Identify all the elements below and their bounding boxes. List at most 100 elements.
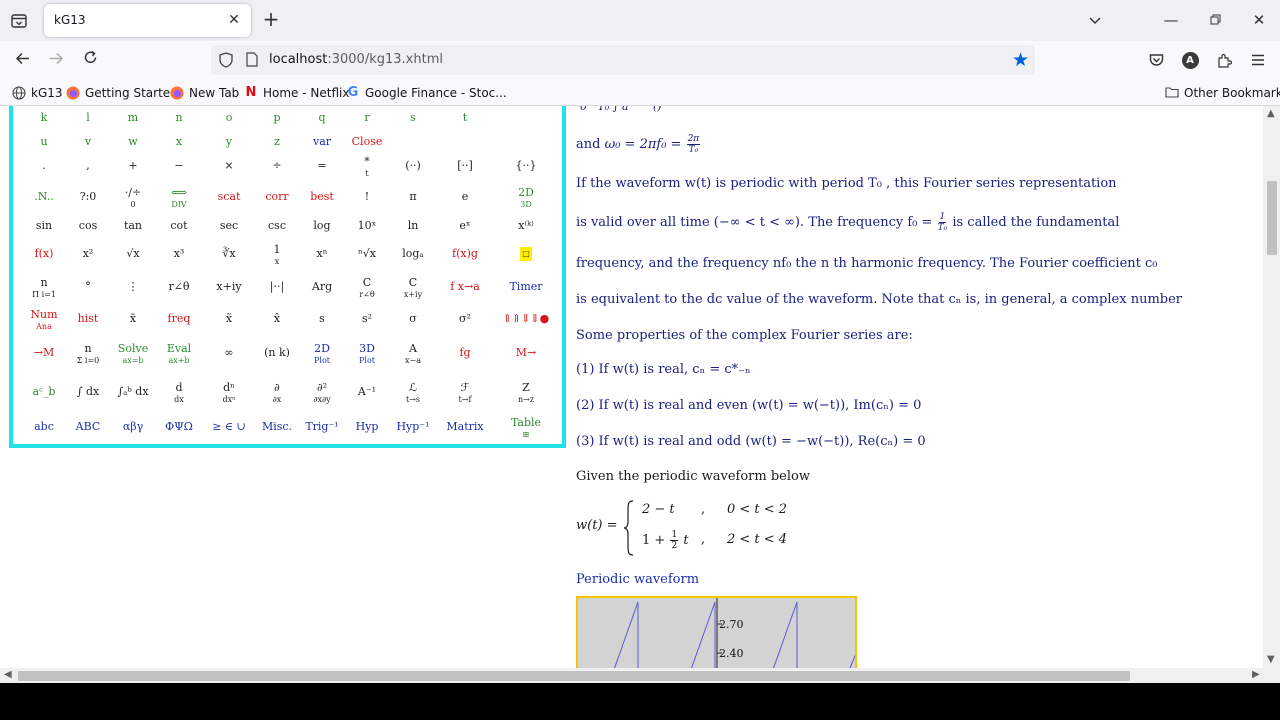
palette-key[interactable]: π	[390, 183, 436, 211]
palette-key[interactable]: ∂² ∂x∂y	[299, 378, 345, 406]
palette-key[interactable]: Misc.	[254, 413, 300, 441]
palette-key[interactable]: ℱt→f	[442, 378, 488, 406]
palette-key[interactable]: f(x)	[21, 240, 67, 268]
palette-key[interactable]: ∛x	[206, 240, 252, 268]
palette-key[interactable]: x̄	[110, 305, 156, 333]
palette-key[interactable]: * t	[344, 152, 390, 180]
palette-key[interactable]: ∞	[206, 339, 252, 367]
forward-arrow-icon[interactable]	[45, 49, 67, 71]
palette-key[interactable]: ,	[65, 152, 111, 180]
palette-key[interactable]: □	[503, 240, 549, 268]
palette-key[interactable]: ln	[390, 212, 436, 240]
palette-key[interactable]: °	[65, 273, 111, 301]
palette-key[interactable]: x⁽ᵏ⁾	[503, 212, 549, 240]
palette-key[interactable]: s	[390, 106, 436, 132]
scroll-down-icon[interactable]: ▼	[1267, 654, 1275, 665]
palette-key[interactable]: r∠θ	[156, 273, 202, 301]
palette-key[interactable]: ABC	[65, 413, 111, 441]
bookmark-kg13[interactable]: kG13	[12, 84, 63, 102]
palette-key[interactable]: s	[299, 305, 345, 333]
palette-key[interactable]: logₐ	[390, 240, 436, 268]
palette-key[interactable]: d dx	[156, 378, 202, 406]
palette-key[interactable]: 2D 3D	[503, 183, 549, 211]
palette-key[interactable]: cos	[65, 212, 111, 240]
new-tab-icon[interactable]: +	[260, 9, 282, 31]
url-text[interactable]: localhost:3000/kg13.xhtml	[269, 52, 443, 67]
palette-key[interactable]: e	[442, 183, 488, 211]
bookmark-star-icon[interactable]: ★	[1012, 49, 1029, 71]
palette-key[interactable]: {··}	[503, 152, 549, 180]
palette-key[interactable]: Timer	[503, 273, 549, 301]
palette-key[interactable]: ⇑⇑⇓⇓●	[503, 305, 549, 333]
palette-key[interactable]: =	[299, 152, 345, 180]
palette-key[interactable]: Ax−a	[390, 339, 436, 367]
scroll-right-icon[interactable]: ▶	[1252, 669, 1260, 680]
back-arrow-icon[interactable]	[11, 49, 33, 71]
palette-key[interactable]: fg	[442, 339, 488, 367]
scroll-left-icon[interactable]: ◀	[4, 669, 12, 680]
scroll-up-icon[interactable]: ▲	[1267, 108, 1275, 119]
palette-key[interactable]: hist	[65, 305, 111, 333]
palette-key[interactable]: eˣ	[442, 212, 488, 240]
palette-key[interactable]: log	[299, 212, 345, 240]
palette-key[interactable]: σ	[390, 305, 436, 333]
shield-icon[interactable]	[219, 52, 235, 68]
palette-key[interactable]: aᶜ_b	[21, 378, 67, 406]
palette-key[interactable]: (n k)	[254, 339, 300, 367]
palette-key[interactable]: best	[299, 183, 345, 211]
palette-key[interactable]: Cx+iy	[390, 273, 436, 301]
palette-key[interactable]: abc	[21, 413, 67, 441]
active-tab[interactable]: kG13 ✕	[44, 4, 251, 37]
palette-key[interactable]: s²	[344, 305, 390, 333]
palette-key[interactable]: ≥ ∈ ∪	[206, 413, 252, 441]
palette-key[interactable]: ×	[206, 152, 252, 180]
palette-key[interactable]: x³	[156, 240, 202, 268]
palette-key[interactable]: ÷	[254, 152, 300, 180]
account-avatar[interactable]: A	[1179, 49, 1201, 71]
palette-key[interactable]: nΣ i=0	[65, 339, 111, 367]
page-icon[interactable]	[246, 52, 260, 68]
palette-key[interactable]: Trig⁻¹	[299, 413, 345, 441]
palette-key[interactable]: −	[156, 152, 202, 180]
menu-icon[interactable]	[1247, 49, 1269, 71]
palette-key[interactable]: cot	[156, 212, 202, 240]
palette-key[interactable]: ⋮	[110, 273, 156, 301]
palette-key[interactable]: A⁻¹	[344, 378, 390, 406]
close-tab-icon[interactable]: ✕	[225, 11, 243, 29]
palette-key[interactable]: ∫ dx	[65, 378, 111, 406]
palette-key[interactable]: M→	[503, 339, 549, 367]
palette-key[interactable]: Matrix	[442, 413, 488, 441]
horizontal-scroll-thumb[interactable]	[18, 671, 1130, 681]
palette-key[interactable]: sec	[206, 212, 252, 240]
palette-key[interactable]: αβγ	[110, 413, 156, 441]
tab-list-icon[interactable]	[8, 10, 30, 32]
palette-key[interactable]: csc	[254, 212, 300, 240]
palette-key[interactable]: Arg	[299, 273, 345, 301]
palette-key[interactable]: corr	[254, 183, 300, 211]
other-bookmarks[interactable]: Other Bookmarks	[1165, 84, 1280, 102]
palette-key[interactable]: f(x)g	[442, 240, 488, 268]
palette-key[interactable]: Hyp⁻¹	[390, 413, 436, 441]
palette-key[interactable]: tan	[110, 212, 156, 240]
vertical-scrollbar[interactable]: ▲ ▼	[1263, 106, 1280, 668]
minimize-icon[interactable]: —	[1160, 9, 1182, 31]
palette-key[interactable]: Hyp	[344, 413, 390, 441]
palette-key[interactable]: ·/÷ 0	[110, 183, 156, 211]
pocket-icon[interactable]	[1145, 49, 1167, 71]
palette-key[interactable]: sin	[21, 212, 67, 240]
palette-key[interactable]: xⁿ	[299, 240, 345, 268]
palette-key[interactable]: ⟺ DIV	[156, 183, 202, 211]
palette-key[interactable]: dⁿ dxⁿ	[206, 378, 252, 406]
palette-key[interactable]: 10ˣ	[344, 212, 390, 240]
palette-key[interactable]: Solve ax=b	[110, 339, 156, 367]
palette-key[interactable]: Cr∠θ	[344, 273, 390, 301]
horizontal-scrollbar[interactable]: ◀ ▶	[0, 668, 1280, 683]
palette-key[interactable]: ΦΨΩ	[156, 413, 202, 441]
palette-key[interactable]: f x→a	[442, 273, 488, 301]
bookmark-netflix[interactable]: N Home - Netflix	[244, 84, 350, 102]
bookmark-new-tab[interactable]: New Tab	[170, 84, 239, 102]
palette-key[interactable]: 1x	[254, 240, 300, 268]
palette-key[interactable]: scat	[206, 183, 252, 211]
palette-key[interactable]: +	[110, 152, 156, 180]
palette-key[interactable]: σ²	[442, 305, 488, 333]
